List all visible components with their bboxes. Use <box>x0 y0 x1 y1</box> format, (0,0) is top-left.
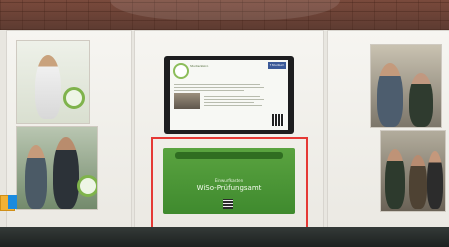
text-line <box>174 84 260 85</box>
facebook-badge: f Studium <box>268 62 286 69</box>
text-line <box>204 96 260 97</box>
person-figure <box>377 63 403 127</box>
qr-code-icon <box>272 114 284 126</box>
green-ring-icon <box>63 87 85 109</box>
text-line <box>204 99 264 100</box>
screen-photo <box>174 93 200 109</box>
text-line <box>204 105 262 106</box>
poster-right-top <box>370 44 442 128</box>
green-ring-icon <box>77 175 97 197</box>
person-figure <box>35 55 61 119</box>
person-figure <box>409 73 433 127</box>
person-figure <box>53 137 79 209</box>
poster-right-bottom <box>380 130 446 212</box>
screen-title: Studienbüro <box>190 64 209 68</box>
person-figure <box>409 155 427 209</box>
monitor-screen: Studienbüro f Studium <box>170 60 288 130</box>
person-figure <box>25 145 47 209</box>
person-figure <box>385 149 405 209</box>
photo-scene: Studienbüro f Studium Einwurfkasten WiSo… <box>0 0 449 247</box>
sign-blue <box>8 195 17 209</box>
logo-ring-icon <box>173 63 189 79</box>
text-line <box>204 102 254 103</box>
person-figure <box>427 151 443 209</box>
poster-left-top <box>16 40 90 124</box>
highlight-box <box>151 137 308 233</box>
poster-left-bottom <box>16 126 98 210</box>
text-line <box>174 90 244 91</box>
floor <box>0 227 449 247</box>
text-line <box>174 87 264 88</box>
